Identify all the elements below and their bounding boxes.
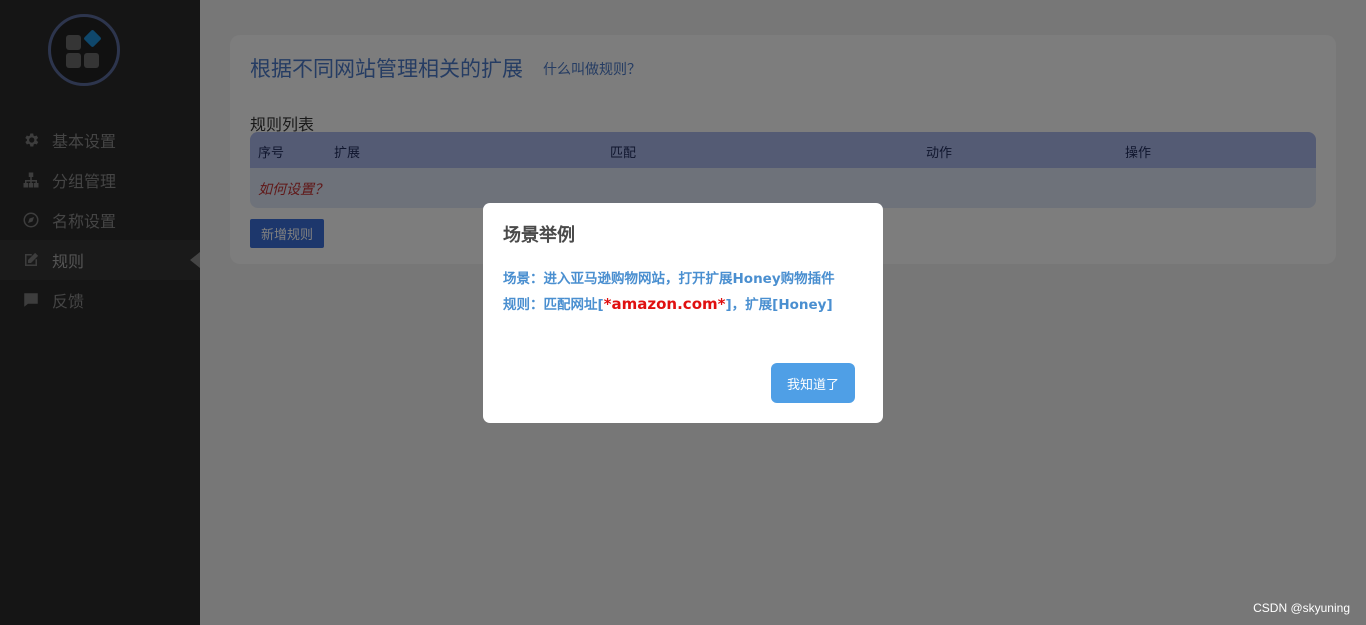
modal-title: 场景举例 — [503, 225, 575, 246]
example-modal: 场景举例 场景：进入亚马逊购物网站，打开扩展Honey购物插件 规则：匹配网址[… — [483, 203, 883, 423]
rule-text: 规则：匹配网址[*amazon.com*]，扩展[Honey] — [503, 293, 833, 313]
rule-text-suffix: ]，扩展[Honey] — [725, 297, 833, 313]
got-it-button[interactable]: 我知道了 — [771, 363, 855, 403]
scenario-text: 场景：进入亚马逊购物网站，打开扩展Honey购物插件 — [503, 271, 835, 287]
rule-url-pattern: *amazon.com* — [603, 295, 726, 313]
watermark: CSDN @skyuning — [1253, 601, 1350, 615]
rule-text-prefix: 规则：匹配网址[ — [503, 297, 604, 313]
